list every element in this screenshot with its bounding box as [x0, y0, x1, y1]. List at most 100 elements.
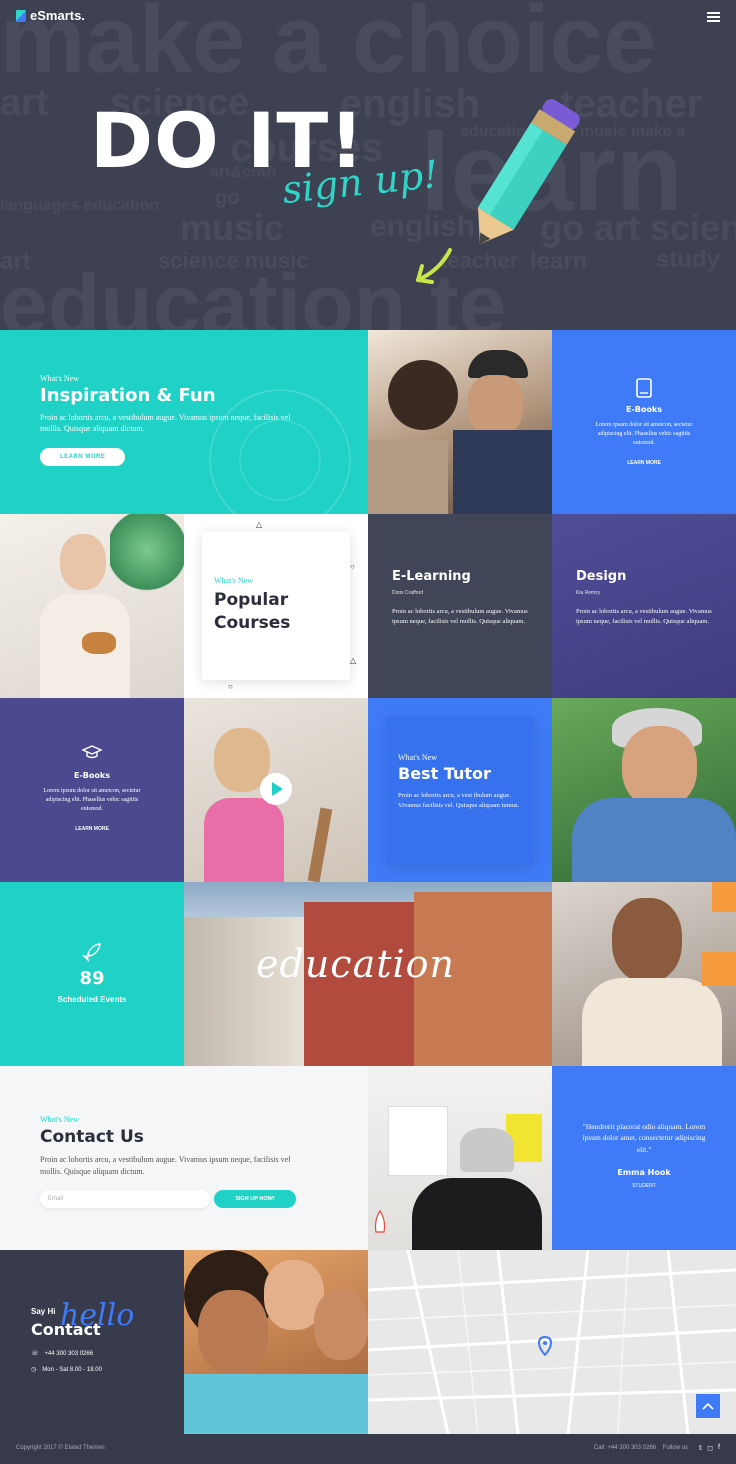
education-script: education: [256, 942, 455, 986]
person-body: [572, 798, 736, 882]
design-author: Kia Remzy: [576, 590, 601, 596]
sticky-note: [702, 952, 736, 986]
tutor-text: Proin ac lobortis arcu, a vest ibulum au…: [398, 792, 520, 810]
student-board-photo: [368, 1066, 552, 1250]
cap-shape: [460, 1128, 514, 1172]
elearning-title: E-Learning: [392, 569, 471, 584]
events-label: Scheduled Events: [57, 995, 127, 1004]
person-body: [453, 430, 552, 514]
map[interactable]: [368, 1250, 736, 1434]
tutor-title: Best Tutor: [398, 764, 491, 783]
contact-us-text: Proin ac lobortis arcu, a vestibulum aug…: [40, 1155, 291, 1176]
popular-kicker: What's New: [214, 576, 253, 585]
ebooks-learn-more-link[interactable]: LEARN MORE: [0, 826, 184, 832]
woman-coffee-photo: [0, 514, 184, 698]
ebooks-text: Lorem ipsum dolor sit ametcon, sectetur …: [43, 788, 141, 812]
site-logo[interactable]: eSmarts.: [16, 8, 85, 23]
footer-copyright: Copyright 2017 © Elated Themes: [16, 1445, 105, 1451]
students-photo: [368, 330, 552, 514]
contact-hours-row: ◷ Mon - Sat 8.00 - 18.00: [31, 1366, 102, 1374]
person-head: [612, 898, 682, 982]
sign-up-button[interactable]: SIGN UP NOW!: [214, 1190, 296, 1208]
inspiration-text: Proin ac lobortis arcu, a vestibulum aug…: [40, 413, 291, 434]
contact-phone[interactable]: +44 300 303 0266: [45, 1351, 94, 1357]
play-icon: [272, 782, 283, 796]
quote-card: "Hendrerit placerat odio aliquam. Lorem …: [552, 1066, 736, 1250]
hero-bg-word: music make a: [580, 123, 685, 140]
rocket-icon: [82, 943, 101, 962]
hero-bg-word: languages education: [0, 197, 160, 214]
design-title: Design: [576, 569, 627, 584]
contact-card: hello Say Hi Contact ☏ +44 300 303 0266 …: [0, 1250, 184, 1434]
chevron-up-icon: [702, 1402, 714, 1410]
pencil-icon: [478, 99, 580, 245]
ebooks-learn-more-link[interactable]: LEARN MORE: [552, 460, 736, 466]
play-button[interactable]: [260, 773, 292, 805]
footer-call: Call: +44 300 303 0266: [593, 1445, 656, 1451]
quote-name: Emma Hook: [617, 1168, 671, 1177]
learn-more-button[interactable]: LEARN MORE: [40, 448, 126, 466]
hero-bg-word: art: [0, 82, 49, 124]
hero-bg-word: english: [370, 210, 476, 243]
tutor-kicker: What's New: [398, 753, 437, 762]
events-card: 89 Scheduled Events: [0, 882, 184, 1066]
contact-kicker: Say Hi: [31, 1307, 56, 1316]
graduation-cap-icon: [82, 745, 102, 759]
hero-bg-word: study: [656, 246, 721, 273]
popular-title-2: Courses: [214, 613, 291, 633]
girl-painting-photo: [184, 698, 368, 882]
elearning-author: Doris Crafford: [392, 590, 424, 596]
person-body: [582, 978, 722, 1066]
instagram-icon[interactable]: ◻: [707, 1444, 713, 1452]
inspiration-title: Inspiration & Fun: [40, 385, 216, 406]
person-head: [622, 726, 697, 808]
best-tutor-card: What's New Best Tutor Proin ac lobortis …: [368, 698, 552, 882]
logo-text: eSmarts.: [30, 8, 85, 23]
contact-kicker: What's New: [40, 1115, 79, 1124]
twitter-icon[interactable]: 𝕥: [699, 1444, 702, 1452]
circle-icon: ○: [228, 682, 233, 691]
ebooks-card-1: E-Books Lorem ipsum dolor sit ametcon, s…: [552, 330, 736, 514]
ebooks-title: E-Books: [626, 405, 662, 414]
easel-shape: [307, 807, 333, 882]
triangle-icon: △: [350, 656, 357, 665]
person-body: [204, 798, 284, 882]
book-icon: [636, 378, 652, 398]
children-photo: [184, 1250, 368, 1434]
facebook-icon[interactable]: f: [718, 1444, 720, 1452]
board-paper: [388, 1106, 448, 1176]
child-face: [198, 1290, 268, 1374]
inspiration-kicker: What's New: [40, 374, 79, 383]
email-input[interactable]: Email: [40, 1190, 210, 1208]
quote-role: STUDENT: [632, 1183, 656, 1189]
scroll-top-button[interactable]: [696, 1394, 720, 1418]
page: make a choice art science english teache…: [0, 0, 736, 1464]
plant-shape: [110, 514, 184, 604]
tutor-photo: [552, 698, 736, 882]
woman-glasses-photo: [552, 882, 736, 1066]
person-body: [368, 440, 448, 514]
map-pin-icon[interactable]: [538, 1336, 552, 1356]
circle-icon: ○: [350, 562, 355, 571]
person-body: [412, 1178, 542, 1250]
building-shape: [184, 917, 304, 1066]
person-head: [388, 360, 458, 430]
footer: Copyright 2017 © Elated Themes Call: +44…: [0, 1434, 736, 1464]
hamburger-icon[interactable]: [707, 12, 720, 22]
contact-title: Contact: [31, 1320, 101, 1339]
inspiration-card: What's New Inspiration & Fun Proin ac lo…: [0, 330, 368, 514]
map-streets: [368, 1250, 736, 1434]
rocket-icon: [374, 1210, 386, 1233]
croissant-shape: [82, 632, 116, 654]
contact-hours: Mon - Sat 8.00 - 18.00: [42, 1366, 102, 1373]
hero-bg-word: make a choice: [0, 0, 657, 93]
elearning-card: E-Learning Doris Crafford Proin ac lobor…: [368, 514, 552, 698]
contact-us-title: Contact Us: [40, 1127, 144, 1147]
social-links: 𝕥 ◻ f: [699, 1444, 720, 1452]
design-text: Proin ac lobortis arcu, a vestibulum aug…: [576, 608, 712, 626]
events-count: 89: [79, 968, 105, 989]
hero-bg-word: music: [180, 207, 285, 248]
phone-icon: ☏: [31, 1351, 39, 1357]
design-card: Design Kia Remzy Proin ac lobortis arcu,…: [552, 514, 736, 698]
triangle-icon: △: [256, 520, 263, 529]
